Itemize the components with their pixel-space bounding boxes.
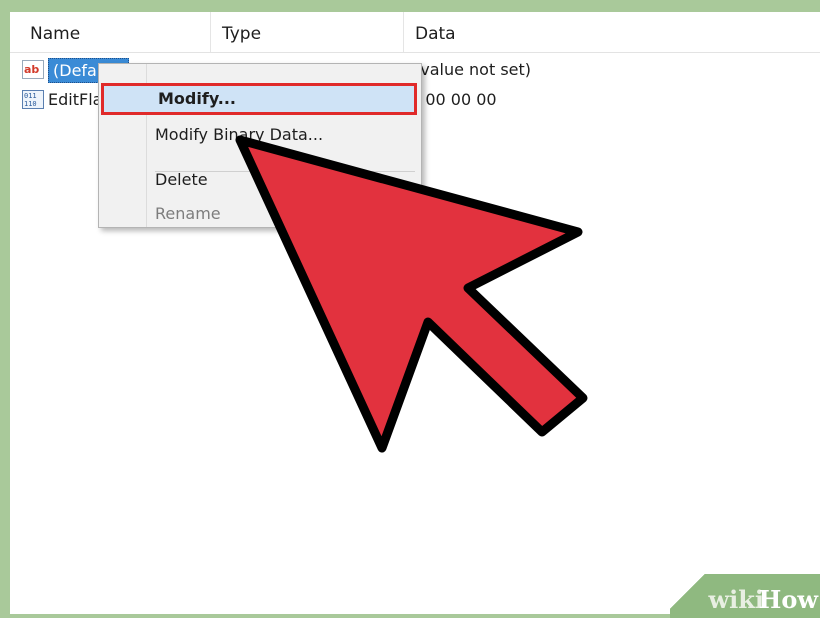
menu-item-delete[interactable]: Delete xyxy=(101,164,417,196)
value-data: ) 00 00 00 xyxy=(414,90,497,109)
watermark-wiki-text: wiki xyxy=(708,585,764,614)
context-menu: Modify... Modify Binary Data... Delete R… xyxy=(98,63,422,228)
menu-item-modify[interactable]: Modify... xyxy=(101,83,417,115)
column-divider[interactable] xyxy=(403,12,404,52)
watermark-how-text: How xyxy=(758,585,818,614)
svg-text:011: 011 xyxy=(24,92,37,100)
menu-item-modify-binary-data[interactable]: Modify Binary Data... xyxy=(101,119,417,151)
binary-value-icon: 011 110 xyxy=(22,90,44,109)
column-divider[interactable] xyxy=(210,12,211,52)
string-value-icon: ab xyxy=(22,60,44,79)
value-name-editflags[interactable]: EditFla xyxy=(48,87,102,113)
column-header-name[interactable]: Name xyxy=(20,12,210,52)
column-header-bar: Name Type Data xyxy=(10,12,820,53)
svg-text:110: 110 xyxy=(24,100,37,108)
wikihow-watermark: wiki How xyxy=(670,574,820,618)
column-header-data[interactable]: Data xyxy=(405,12,805,52)
menu-item-rename[interactable]: Rename xyxy=(101,198,417,230)
svg-text:ab: ab xyxy=(24,63,39,76)
column-header-type[interactable]: Type xyxy=(212,12,402,52)
value-data: (value not set) xyxy=(414,60,532,79)
